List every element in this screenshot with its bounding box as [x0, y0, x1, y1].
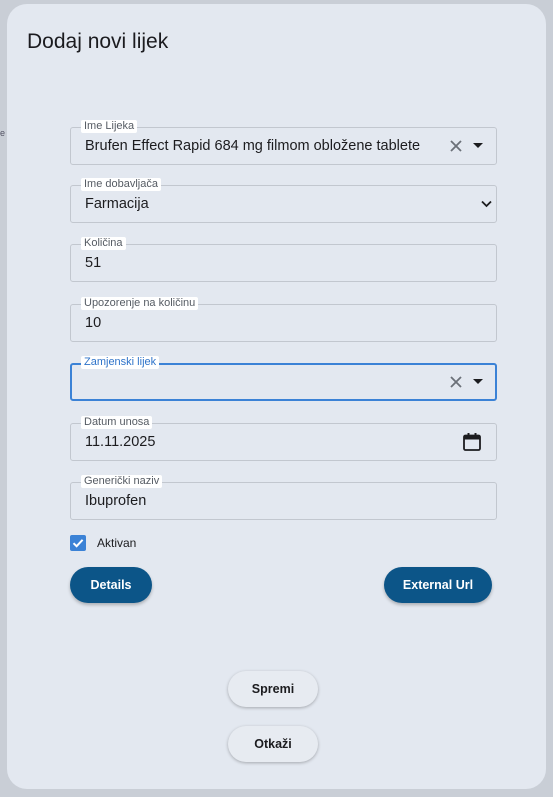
clear-icon[interactable]	[449, 139, 463, 153]
external-url-button[interactable]: External Url	[384, 567, 492, 603]
dropdown-arrow-icon[interactable]	[473, 142, 483, 150]
chevron-down-icon	[481, 200, 492, 208]
add-medicine-dialog: Dodaj novi lijek Ime Lijeka Brufen Effec…	[7, 4, 546, 789]
generic-name-label: Generički naziv	[81, 475, 163, 488]
entry-date-value: 11.11.2025	[85, 434, 156, 450]
generic-name-field[interactable]: Generički naziv Ibuprofen	[70, 475, 497, 520]
cancel-button[interactable]: Otkaži	[228, 726, 318, 762]
dropdown-arrow-icon[interactable]	[473, 378, 483, 386]
quantity-field[interactable]: Količina 51	[70, 237, 497, 282]
supplier-select[interactable]: Ime dobavljača Farmacija	[70, 178, 497, 223]
backdrop-edge-text: e	[0, 128, 6, 138]
details-button[interactable]: Details	[70, 567, 152, 603]
active-checkbox[interactable]	[70, 535, 86, 551]
clear-icon[interactable]	[449, 375, 463, 389]
medicine-name-autocomplete[interactable]: Ime Lijeka Brufen Effect Rapid 684 mg fi…	[70, 120, 497, 165]
generic-name-value: Ibuprofen	[85, 493, 147, 509]
calendar-icon[interactable]	[462, 432, 482, 452]
quantity-warning-value: 10	[85, 315, 102, 331]
quantity-label: Količina	[81, 237, 126, 250]
save-button[interactable]: Spremi	[228, 671, 318, 707]
quantity-warning-label: Upozorenje na količinu	[81, 297, 199, 310]
dialog-title: Dodaj novi lijek	[27, 30, 169, 53]
medicine-name-label: Ime Lijeka	[81, 120, 138, 133]
quantity-warning-field[interactable]: Upozorenje na količinu 10	[70, 297, 497, 342]
supplier-value: Farmacija	[85, 196, 149, 212]
active-checkbox-label: Aktivan	[97, 536, 137, 550]
checkmark-icon	[72, 539, 84, 548]
supplier-label: Ime dobavljača	[81, 178, 161, 191]
substitute-medicine-autocomplete[interactable]: Zamjenski lijek	[70, 356, 497, 401]
entry-date-label: Datum unosa	[81, 416, 153, 429]
entry-date-field[interactable]: Datum unosa 11.11.2025	[70, 416, 497, 461]
medicine-name-value: Brufen Effect Rapid 684 mg filmom oblože…	[85, 138, 421, 154]
substitute-medicine-label: Zamjenski lijek	[81, 356, 160, 369]
quantity-value: 51	[85, 255, 102, 271]
